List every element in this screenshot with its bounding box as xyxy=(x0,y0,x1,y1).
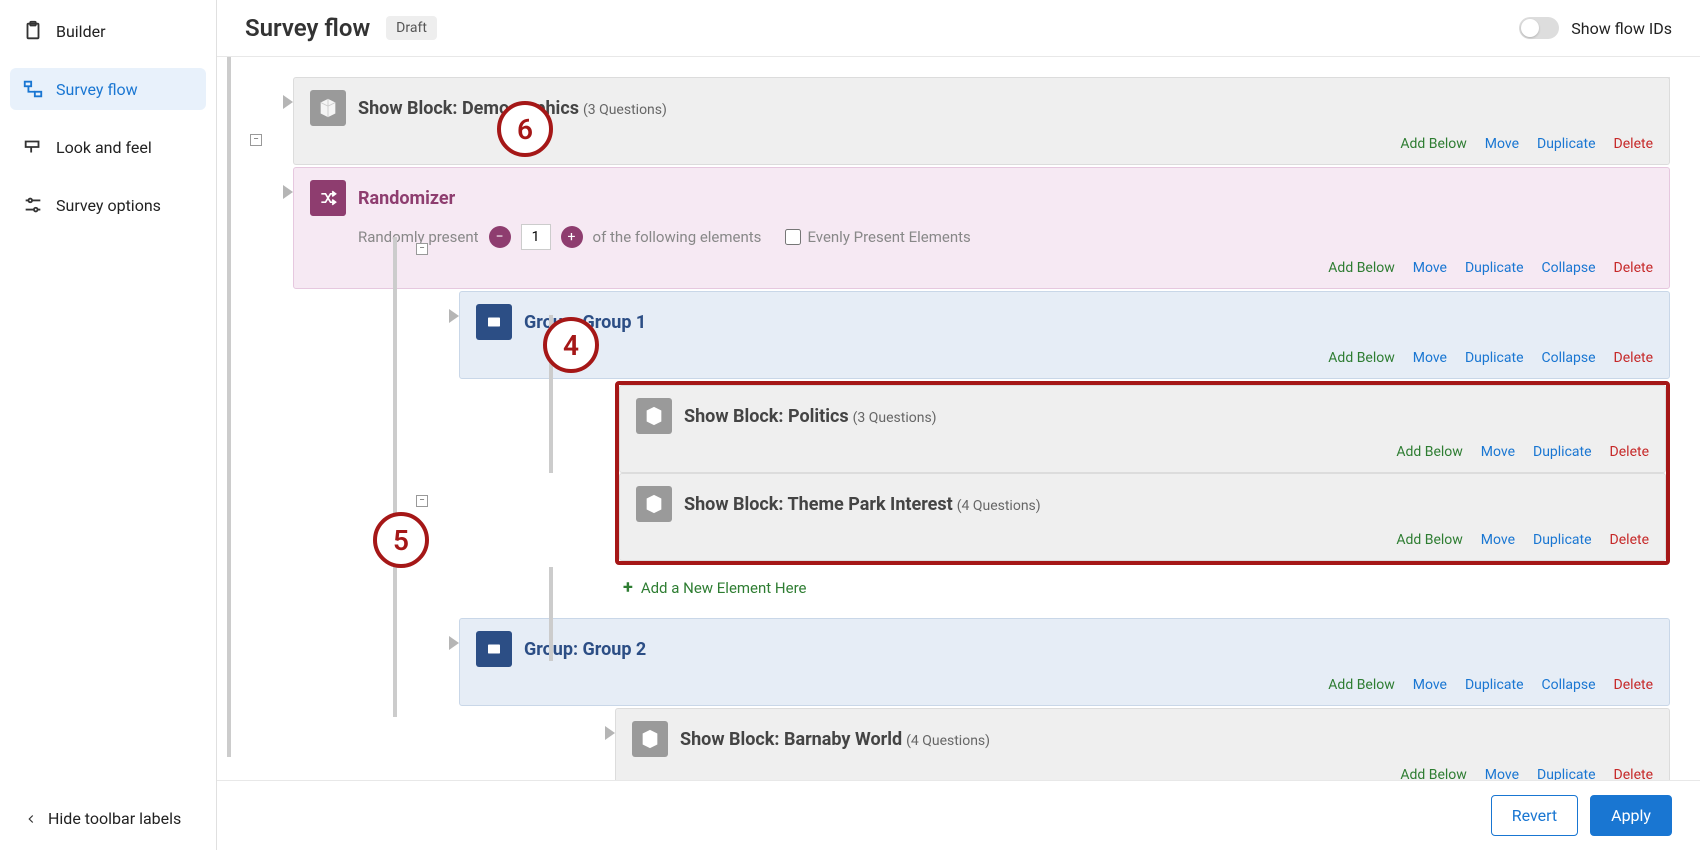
revert-button[interactable]: Revert xyxy=(1491,795,1578,836)
move[interactable]: Move xyxy=(1413,677,1447,693)
block-politics[interactable]: Show Block: Politics(3 Questions) Add Be… xyxy=(619,385,1666,473)
add-below[interactable]: Add Below xyxy=(1396,444,1462,460)
move[interactable]: Move xyxy=(1413,350,1447,366)
increment-button[interactable]: + xyxy=(561,226,583,248)
sidebar-item-label: Look and feel xyxy=(56,138,152,157)
duplicate[interactable]: Duplicate xyxy=(1465,677,1524,693)
collapse[interactable]: Collapse xyxy=(1542,677,1596,693)
randomizer-card[interactable]: Randomizer Randomly present − + of the f… xyxy=(293,167,1670,289)
delete[interactable]: Delete xyxy=(1614,350,1653,366)
add-below[interactable]: Add Below xyxy=(1328,677,1394,693)
sidebar-item-survey-flow[interactable]: Survey flow xyxy=(10,68,206,110)
clipboard-icon xyxy=(22,20,44,42)
collapse-toggle[interactable]: − xyxy=(416,243,428,255)
flow-icon xyxy=(22,78,44,100)
show-flow-ids-toggle[interactable] xyxy=(1519,17,1559,39)
add-element-group1[interactable]: + Add a New Element Here xyxy=(623,569,1670,606)
group-1-card[interactable]: Group: Group 1 Add Below Move Duplicate … xyxy=(459,291,1670,379)
delete[interactable]: Delete xyxy=(1614,677,1653,693)
evenly-present-checkbox[interactable] xyxy=(785,229,801,245)
paintbrush-icon xyxy=(22,136,44,158)
topbar: Survey flow Draft Show flow IDs xyxy=(217,0,1700,57)
cube-icon xyxy=(636,486,672,522)
cube-icon xyxy=(636,398,672,434)
move[interactable]: Move xyxy=(1485,136,1519,152)
arrow-icon xyxy=(283,185,293,199)
add-below[interactable]: Add Below xyxy=(1400,767,1466,780)
sidebar-item-builder[interactable]: Builder xyxy=(10,10,206,52)
arrow-icon xyxy=(605,726,615,740)
shuffle-icon xyxy=(310,180,346,216)
plus-icon: + xyxy=(623,577,633,598)
folder-icon xyxy=(476,304,512,340)
toggle-label: Show flow IDs xyxy=(1571,19,1672,38)
delete[interactable]: Delete xyxy=(1614,260,1653,276)
move[interactable]: Move xyxy=(1481,444,1515,460)
add-below[interactable]: Add Below xyxy=(1328,260,1394,276)
decrement-button[interactable]: − xyxy=(489,226,511,248)
annotation-6: 6 xyxy=(497,101,553,157)
arrow-icon xyxy=(449,636,459,650)
sliders-icon xyxy=(22,194,44,216)
block-theme-park[interactable]: Show Block: Theme Park Interest(4 Questi… xyxy=(619,473,1666,561)
sidebar-item-label: Survey flow xyxy=(56,80,138,99)
add-below[interactable]: Add Below xyxy=(1328,350,1394,366)
duplicate[interactable]: Duplicate xyxy=(1533,444,1592,460)
block-barnaby[interactable]: Show Block: Barnaby World(4 Questions) A… xyxy=(615,708,1670,780)
arrow-icon xyxy=(283,95,293,109)
duplicate[interactable]: Duplicate xyxy=(1465,260,1524,276)
sidebar-item-label: Builder xyxy=(56,22,106,41)
delete[interactable]: Delete xyxy=(1614,136,1653,152)
delete[interactable]: Delete xyxy=(1610,532,1649,548)
bottombar: Revert Apply xyxy=(217,780,1700,850)
folder-icon xyxy=(476,631,512,667)
group-2-card[interactable]: Group: Group 2 Add Below Move Duplicate … xyxy=(459,618,1670,706)
duplicate[interactable]: Duplicate xyxy=(1537,767,1596,780)
delete[interactable]: Delete xyxy=(1614,767,1653,780)
move[interactable]: Move xyxy=(1413,260,1447,276)
duplicate[interactable]: Duplicate xyxy=(1537,136,1596,152)
sidebar-item-label: Survey options xyxy=(56,196,161,215)
collapse-toggle[interactable]: − xyxy=(416,495,428,507)
apply-button[interactable]: Apply xyxy=(1590,795,1672,836)
page-title: Survey flow xyxy=(245,14,370,42)
sidebar-item-look-feel[interactable]: Look and feel xyxy=(10,126,206,168)
collapse-toggle[interactable]: − xyxy=(250,134,262,146)
status-badge: Draft xyxy=(386,16,437,40)
arrow-icon xyxy=(449,309,459,323)
move[interactable]: Move xyxy=(1485,767,1519,780)
duplicate[interactable]: Duplicate xyxy=(1533,532,1592,548)
annotation-5: 5 xyxy=(373,512,429,568)
duplicate[interactable]: Duplicate xyxy=(1465,350,1524,366)
randomizer-count-input[interactable] xyxy=(521,224,551,250)
collapse[interactable]: Collapse xyxy=(1542,260,1596,276)
hide-toolbar-labels[interactable]: Hide toolbar labels xyxy=(24,809,181,828)
collapse[interactable]: Collapse xyxy=(1542,350,1596,366)
add-below[interactable]: Add Below xyxy=(1400,136,1466,152)
delete[interactable]: Delete xyxy=(1610,444,1649,460)
move[interactable]: Move xyxy=(1481,532,1515,548)
sidebar-item-survey-options[interactable]: Survey options xyxy=(10,184,206,226)
add-below[interactable]: Add Below xyxy=(1396,532,1462,548)
cube-icon xyxy=(310,90,346,126)
flow-canvas: + − 6 4 5 Show Block: Demographics(3 Que… xyxy=(217,57,1700,780)
annotation-4: 4 xyxy=(543,317,599,373)
cube-icon xyxy=(632,721,668,757)
chevron-left-icon xyxy=(24,812,38,826)
